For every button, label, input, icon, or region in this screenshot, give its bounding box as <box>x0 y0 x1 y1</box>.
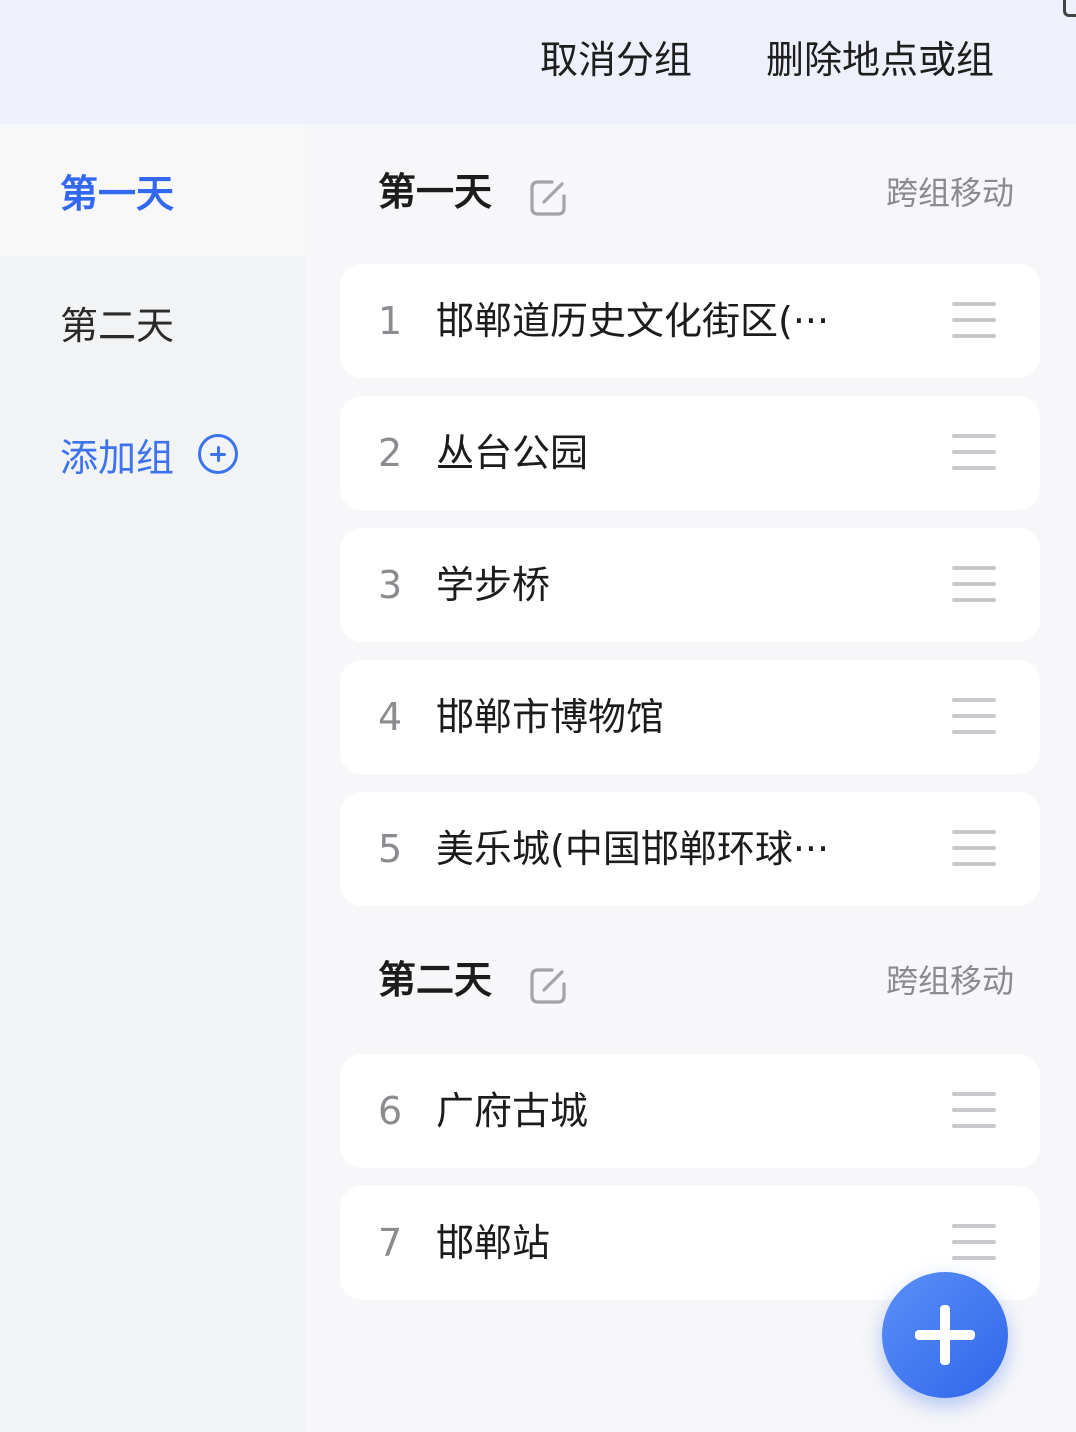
group-header: 第二天 跨组移动 <box>306 940 1076 1020</box>
drag-handle-icon[interactable] <box>952 434 996 472</box>
ungroup-button[interactable]: 取消分组 <box>540 36 692 84</box>
sidebar-item-label: 第一天 <box>60 171 175 216</box>
place-name: 学步桥 <box>436 563 551 607</box>
place-number: 6 <box>378 1089 403 1133</box>
list-item[interactable]: 5 美乐城(中国邯郸环球··· <box>340 792 1040 906</box>
list-item[interactable]: 1 邯郸道历史文化街区(··· <box>340 264 1040 378</box>
edit-icon[interactable] <box>528 178 568 218</box>
place-number: 2 <box>378 431 403 475</box>
delete-place-or-group-button[interactable]: 删除地点或组 <box>766 36 994 84</box>
place-number: 3 <box>378 563 403 607</box>
edit-icon[interactable] <box>528 966 568 1006</box>
list-item[interactable]: 3 学步桥 <box>340 528 1040 642</box>
top-action-bar: 取消分组 删除地点或组 <box>0 0 1076 124</box>
group-sidebar: 第一天 第二天 添加组 <box>0 124 306 1432</box>
corner-icon <box>1063 0 1076 17</box>
cross-group-move-button[interactable]: 跨组移动 <box>886 960 1014 1002</box>
drag-handle-icon[interactable] <box>952 1092 996 1130</box>
place-name: 丛台公园 <box>436 431 589 475</box>
place-name: 邯郸市博物馆 <box>436 695 665 739</box>
place-name: 美乐城(中国邯郸环球··· <box>436 827 830 871</box>
place-number: 4 <box>378 695 403 739</box>
add-place-fab[interactable] <box>882 1272 1008 1398</box>
list-item[interactable]: 2 丛台公园 <box>340 396 1040 510</box>
drag-handle-icon[interactable] <box>952 1224 996 1262</box>
add-group-label: 添加组 <box>60 435 175 480</box>
drag-handle-icon[interactable] <box>952 830 996 868</box>
sidebar-item-day-2[interactable]: 第二天 <box>0 256 306 388</box>
sidebar-item-label: 第二天 <box>60 303 175 348</box>
group-title: 第一天 <box>378 170 493 214</box>
add-group-button[interactable]: 添加组 <box>0 388 306 520</box>
cross-group-move-button[interactable]: 跨组移动 <box>886 172 1014 214</box>
place-number: 5 <box>378 827 403 871</box>
place-name: 邯郸道历史文化街区(··· <box>436 299 830 343</box>
place-name: 广府古城 <box>436 1089 589 1133</box>
drag-handle-icon[interactable] <box>952 302 996 340</box>
group-header: 第一天 跨组移动 <box>306 152 1076 232</box>
group-title: 第二天 <box>378 958 493 1002</box>
place-name: 邯郸站 <box>436 1221 551 1265</box>
place-number: 7 <box>378 1221 403 1265</box>
drag-handle-icon[interactable] <box>952 566 996 604</box>
place-number: 1 <box>378 299 403 343</box>
drag-handle-icon[interactable] <box>952 698 996 736</box>
sidebar-item-day-1[interactable]: 第一天 <box>0 124 306 256</box>
group-list: 第一天 跨组移动 1 邯郸道历史文化街区(··· 2 丛台公园 3 学步桥 4 … <box>306 124 1076 1432</box>
list-item[interactable]: 6 广府古城 <box>340 1054 1040 1168</box>
plus-circle-icon <box>198 434 239 474</box>
list-item[interactable]: 4 邯郸市博物馆 <box>340 660 1040 774</box>
